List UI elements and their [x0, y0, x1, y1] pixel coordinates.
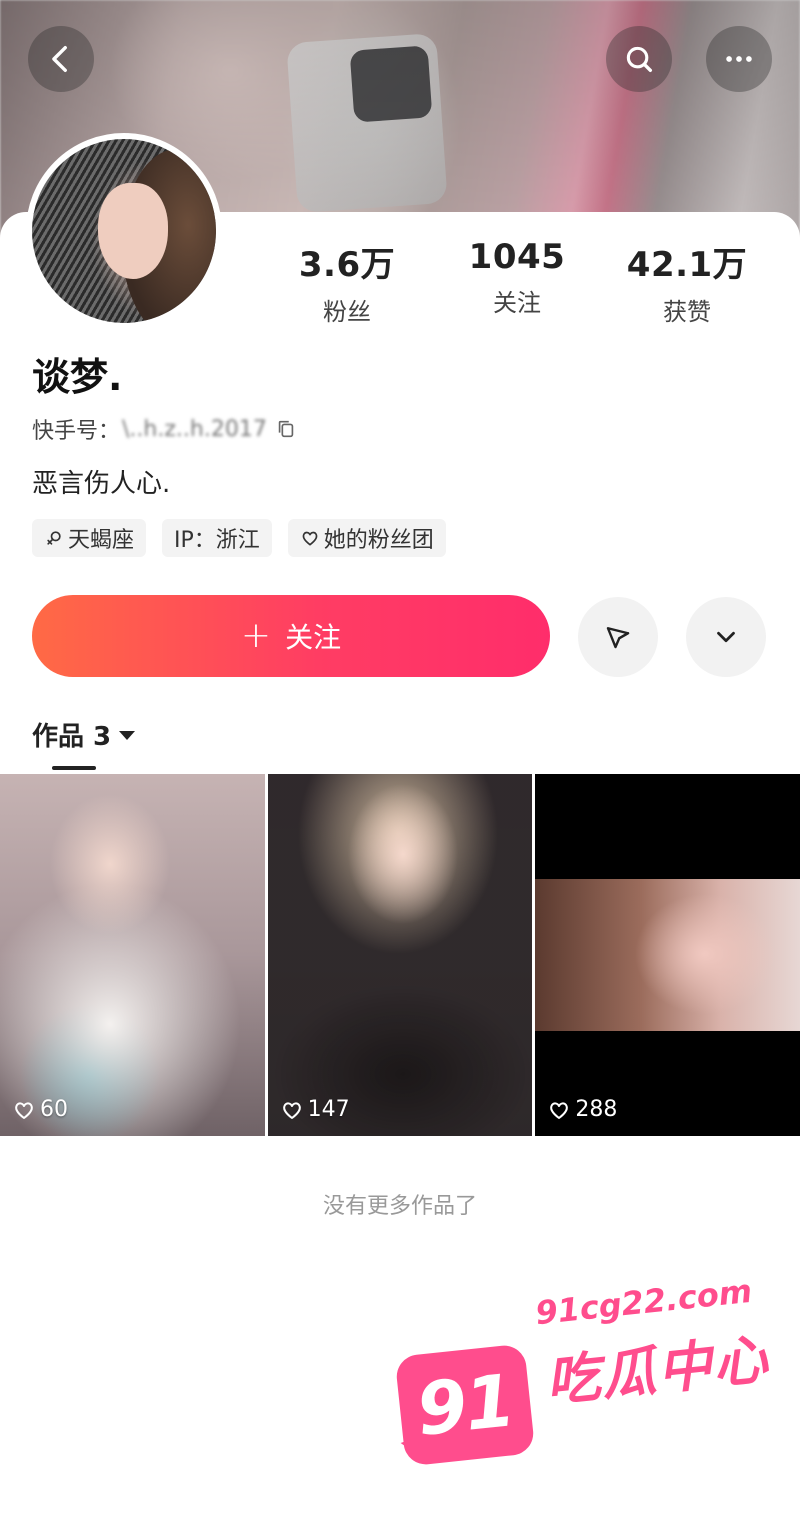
stat-following[interactable]: 1045 关注: [432, 237, 602, 327]
chevron-down-icon: [717, 631, 735, 643]
likes-value: 147: [307, 1097, 350, 1122]
account-id-label: 快手号：: [32, 419, 121, 444]
work-thumbnail[interactable]: 288: [535, 774, 800, 1136]
heart-outline-icon: [15, 1101, 33, 1119]
likes-count: 147: [280, 1097, 350, 1122]
stat-value: 42.1万: [626, 245, 748, 285]
account-id-row: 快手号： \..h.z..h.2017: [32, 413, 297, 445]
likes-value: 288: [575, 1097, 618, 1122]
stats-row: 3.6万 粉丝 1045 关注 42.1万 获赞: [262, 237, 782, 327]
likes-value: 60: [40, 1097, 68, 1122]
share-button[interactable]: [578, 597, 658, 677]
avatar[interactable]: [26, 133, 222, 329]
watermark-number: 91: [412, 1358, 518, 1452]
tag-zodiac[interactable]: 天蝎座: [32, 519, 147, 557]
plus-icon: +: [240, 615, 272, 656]
caret-down-icon: [119, 731, 136, 740]
profile-tags: 天蝎座 IP：浙江 她的粉丝团: [32, 519, 446, 557]
tag-label: 天蝎座: [68, 528, 135, 553]
tag-label: 她的粉丝团: [323, 528, 434, 553]
back-button[interactable]: [28, 26, 94, 92]
tab-active-indicator: [52, 766, 96, 770]
profile-name: 谈梦.: [32, 355, 123, 399]
chevron-left-icon: [52, 45, 67, 73]
female-symbol-icon: [47, 531, 61, 545]
tag-label: IP：浙江: [174, 528, 260, 553]
stat-likes[interactable]: 42.1万 获赞: [602, 237, 772, 327]
stat-value: 1045: [468, 237, 566, 277]
stat-label: 粉丝: [323, 298, 371, 326]
send-icon: [606, 627, 630, 649]
stat-label: 获赞: [663, 298, 711, 326]
stat-followers[interactable]: 3.6万 粉丝: [262, 237, 432, 327]
account-id-value: \..h.z..h.2017: [122, 416, 267, 442]
tag-fan-club[interactable]: 她的粉丝团: [287, 519, 446, 557]
work-thumbnail[interactable]: 60: [0, 774, 265, 1136]
works-grid: 60 147 288: [0, 774, 800, 1136]
likes-count: 60: [12, 1097, 68, 1122]
heart-outline-icon: [282, 1101, 301, 1119]
stat-value: 3.6万: [298, 245, 396, 285]
more-button[interactable]: [706, 26, 772, 92]
heart-outline-icon: [550, 1101, 569, 1119]
expand-button[interactable]: [686, 597, 766, 677]
heart-outline-icon: [302, 531, 318, 546]
tab-works[interactable]: 作品 3: [32, 716, 136, 753]
tag-ip-location: IP：浙江: [162, 519, 272, 557]
stat-label: 关注: [493, 289, 541, 317]
tab-works-label: 作品 3: [32, 722, 112, 752]
follow-button[interactable]: + 关注: [32, 595, 550, 677]
no-more-works-text: 没有更多作品了: [322, 1194, 477, 1219]
work-thumbnail[interactable]: 147: [267, 774, 533, 1136]
copy-icon[interactable]: [275, 418, 297, 440]
watermark-logo: 91: [394, 1343, 536, 1467]
avatar-face: [98, 183, 168, 279]
search-icon: [626, 46, 653, 73]
search-button[interactable]: [606, 26, 672, 92]
more-horizontal-icon: [726, 56, 752, 62]
follow-label: 关注: [285, 621, 342, 654]
likes-count: 288: [547, 1097, 617, 1122]
profile-bio: 恶言伤人心.: [32, 469, 171, 499]
